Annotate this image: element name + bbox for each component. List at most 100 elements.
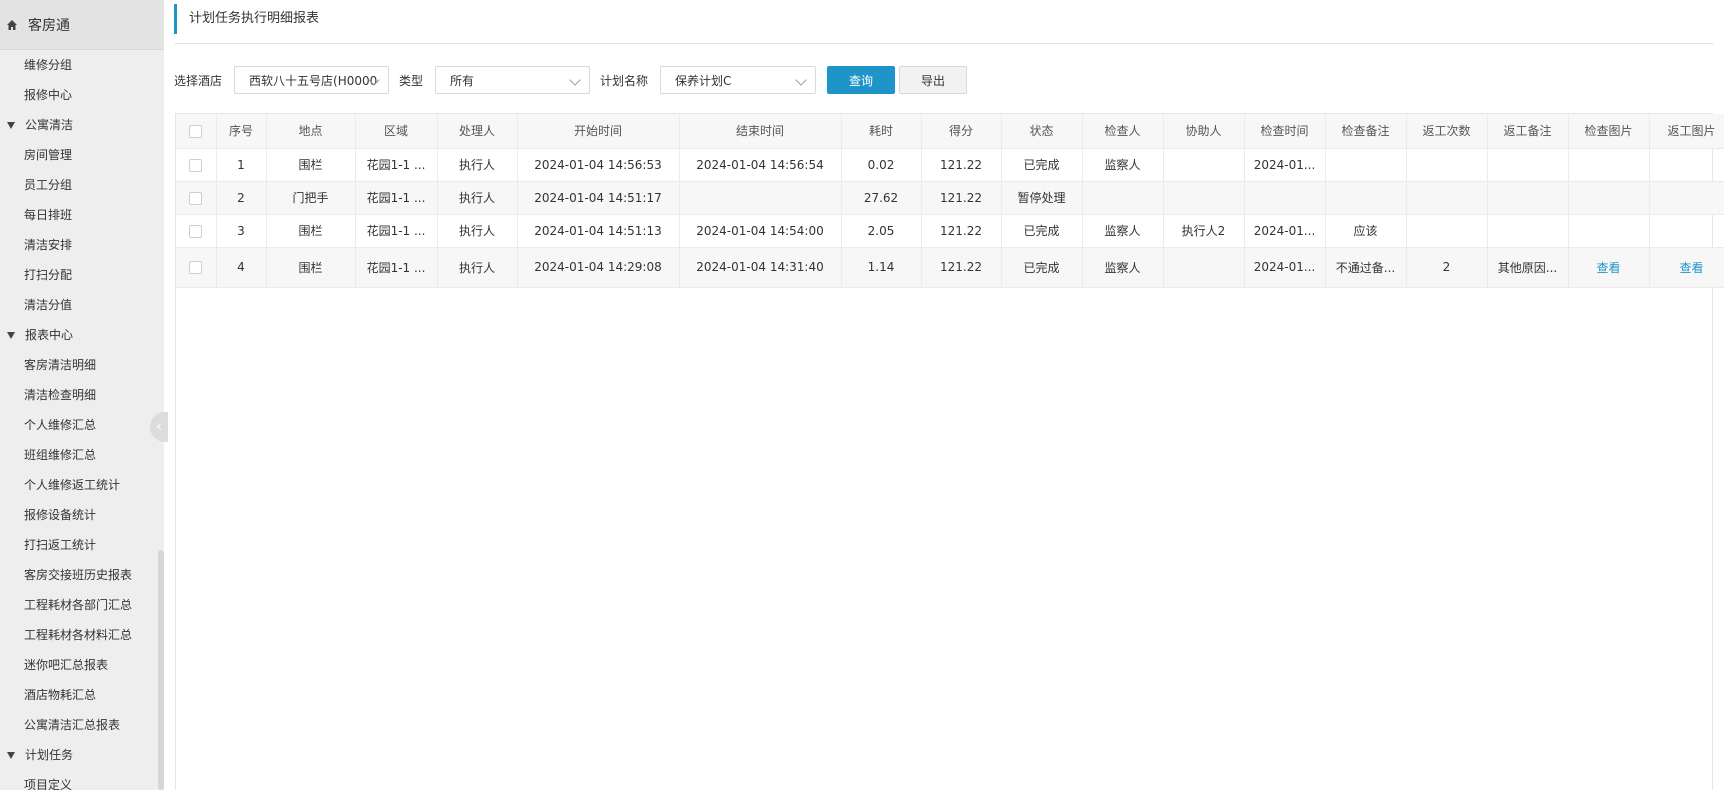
column-header: 处理人 bbox=[437, 114, 518, 149]
column-header: 检查备注 bbox=[1325, 114, 1407, 149]
row-select-cell[interactable] bbox=[176, 181, 217, 215]
table-cell: 4 bbox=[216, 247, 267, 288]
table-cell: 执行人 bbox=[437, 247, 518, 288]
table-cell: 1.14 bbox=[841, 247, 922, 288]
column-header: 得分 bbox=[921, 114, 1002, 149]
sidebar-item[interactable]: 客房交接班历史报表 bbox=[0, 560, 164, 590]
sidebar-header[interactable]: 客房通 bbox=[0, 0, 164, 50]
table-cell: 2024-01-04 14:51:13 bbox=[517, 214, 680, 248]
table-cell: 121.22 bbox=[921, 214, 1002, 248]
table-cell: 查看 bbox=[1568, 247, 1650, 288]
sidebar-group[interactable]: 计划任务 bbox=[0, 740, 164, 770]
sidebar-group[interactable]: 公寓清洁 bbox=[0, 110, 164, 140]
sidebar-item[interactable]: 工程耗材各材料汇总 bbox=[0, 620, 164, 650]
select-all-cell[interactable] bbox=[176, 114, 217, 149]
sidebar-item[interactable]: 酒店物耗汇总 bbox=[0, 680, 164, 710]
table-cell: 2024-01-04 14:54:00 bbox=[679, 214, 842, 248]
column-header: 返工次数 bbox=[1406, 114, 1488, 149]
sidebar-item[interactable]: 个人维修返工统计 bbox=[0, 470, 164, 500]
chevron-down-icon bbox=[569, 74, 581, 86]
sidebar-group-label: 计划任务 bbox=[25, 748, 74, 762]
table-cell: 门把手 bbox=[266, 181, 356, 215]
table-cell bbox=[1163, 247, 1245, 288]
sidebar-item[interactable]: 清洁安排 bbox=[0, 230, 164, 260]
table-cell bbox=[1487, 181, 1569, 215]
view-link[interactable]: 查看 bbox=[1596, 261, 1620, 275]
sidebar-item[interactable]: 班组维修汇总 bbox=[0, 440, 164, 470]
table-cell bbox=[1487, 214, 1569, 248]
table-row[interactable]: 1 围栏 花园1-1 ... 执行人 2024-01-04 14:56:53 2024-0… bbox=[176, 148, 1724, 182]
query-button[interactable]: 查询 bbox=[827, 66, 896, 94]
row-checkbox[interactable] bbox=[189, 261, 203, 274]
table-cell bbox=[1406, 148, 1488, 182]
table-row[interactable]: 4 围栏 花园1-1 ... 执行人 2024-01-04 14:29:08 2024-0… bbox=[176, 247, 1724, 288]
sidebar-item[interactable]: 迷你吧汇总报表 bbox=[0, 650, 164, 680]
sidebar-item[interactable]: 工程耗材各部门汇总 bbox=[0, 590, 164, 620]
table-cell bbox=[1406, 181, 1488, 215]
view-link[interactable]: 查看 bbox=[1679, 261, 1703, 275]
table-header-row: 序号 地点 区域 处理人 开始时间 结束时间 耗时 得分 状态 检查人 协助人 检查时间 检查备注 返工次… bbox=[176, 114, 1724, 149]
table-row[interactable]: 3 围栏 花园1-1 ... 执行人 2024-01-04 14:51:13 2024-0… bbox=[176, 214, 1724, 248]
sidebar-item[interactable]: 公寓清洁汇总报表 bbox=[0, 710, 164, 740]
sidebar-item[interactable]: 清洁分值 bbox=[0, 290, 164, 320]
table-body: 1 围栏 花园1-1 ... 执行人 2024-01-04 14:56:53 2024-0… bbox=[176, 148, 1724, 288]
table-cell: 已完成 bbox=[1001, 214, 1083, 248]
table-cell: 围栏 bbox=[266, 214, 356, 248]
table-cell: 暂停处理 bbox=[1001, 181, 1083, 215]
hotel-select[interactable]: 西软八十五号店(H0000 bbox=[234, 66, 390, 94]
column-header: 状态 bbox=[1001, 114, 1083, 149]
row-checkbox[interactable] bbox=[189, 191, 203, 205]
table-cell bbox=[1568, 181, 1650, 215]
table-cell: 121.22 bbox=[921, 181, 1002, 215]
row-select-cell[interactable] bbox=[176, 247, 217, 288]
table-cell: 2 bbox=[1406, 247, 1488, 288]
column-header: 开始时间 bbox=[517, 114, 680, 149]
table-cell: 不通过备... bbox=[1325, 247, 1407, 288]
sidebar-group-label: 报表中心 bbox=[25, 328, 74, 342]
table-cell: 其他原因... bbox=[1487, 247, 1569, 288]
column-header: 区域 bbox=[355, 114, 438, 149]
column-header: 地点 bbox=[266, 114, 356, 149]
type-label: 类型 bbox=[399, 73, 424, 88]
select-all-checkbox[interactable] bbox=[189, 124, 203, 138]
plan-select[interactable]: 保养计划C bbox=[660, 66, 817, 94]
sidebar-item[interactable]: 项目定义 bbox=[0, 770, 164, 790]
sidebar-item[interactable]: 个人维修汇总 bbox=[0, 410, 164, 440]
sidebar-item[interactable]: 客房清洁明细 bbox=[0, 350, 164, 380]
row-select-cell[interactable] bbox=[176, 148, 217, 182]
sidebar-item[interactable]: 每日排班 bbox=[0, 200, 164, 230]
sidebar-group[interactable]: 报表中心 bbox=[0, 320, 164, 350]
table-cell bbox=[1649, 148, 1724, 182]
table-cell: 花园1-1 ... bbox=[355, 247, 438, 288]
table-cell: 1 bbox=[216, 148, 267, 182]
table-cell: 执行人2 bbox=[1163, 214, 1245, 248]
row-select-cell[interactable] bbox=[176, 214, 217, 248]
row-checkbox[interactable] bbox=[189, 224, 203, 238]
table-row[interactable]: 2 门把手 花园1-1 ... 执行人 2024-01-04 14:51:17 27.62… bbox=[176, 181, 1724, 215]
sidebar-item[interactable]: 房间管理 bbox=[0, 140, 164, 170]
column-header: 耗时 bbox=[841, 114, 922, 149]
table-cell: 花园1-1 ... bbox=[355, 214, 438, 248]
table-cell bbox=[1163, 148, 1245, 182]
row-checkbox[interactable] bbox=[189, 158, 203, 172]
plan-select-value: 保养计划C bbox=[675, 73, 732, 88]
sidebar-item[interactable]: 维修分组 bbox=[0, 50, 164, 80]
sidebar-item[interactable]: 报修中心 bbox=[0, 80, 164, 110]
table-cell: 查看 bbox=[1649, 247, 1724, 288]
chevron-down-icon bbox=[795, 74, 807, 86]
home-icon bbox=[6, 19, 18, 31]
plan-label: 计划名称 bbox=[600, 73, 649, 88]
sidebar-item[interactable]: 报修设备统计 bbox=[0, 500, 164, 530]
type-select[interactable]: 所有 bbox=[435, 66, 591, 94]
sidebar-item[interactable]: 打扫返工统计 bbox=[0, 530, 164, 560]
sidebar-item[interactable]: 清洁检查明细 bbox=[0, 380, 164, 410]
table-cell: 执行人 bbox=[437, 148, 518, 182]
sidebar-item[interactable]: 员工分组 bbox=[0, 170, 164, 200]
sidebar-group-label: 公寓清洁 bbox=[25, 118, 74, 132]
export-button[interactable]: 导出 bbox=[899, 66, 968, 94]
sidebar-item[interactable]: 打扫分配 bbox=[0, 260, 164, 290]
table-cell bbox=[1568, 214, 1650, 248]
table-cell: 2024-01-04 14:31:40 bbox=[679, 247, 842, 288]
caret-down-icon bbox=[7, 331, 15, 339]
table-cell bbox=[679, 181, 842, 215]
